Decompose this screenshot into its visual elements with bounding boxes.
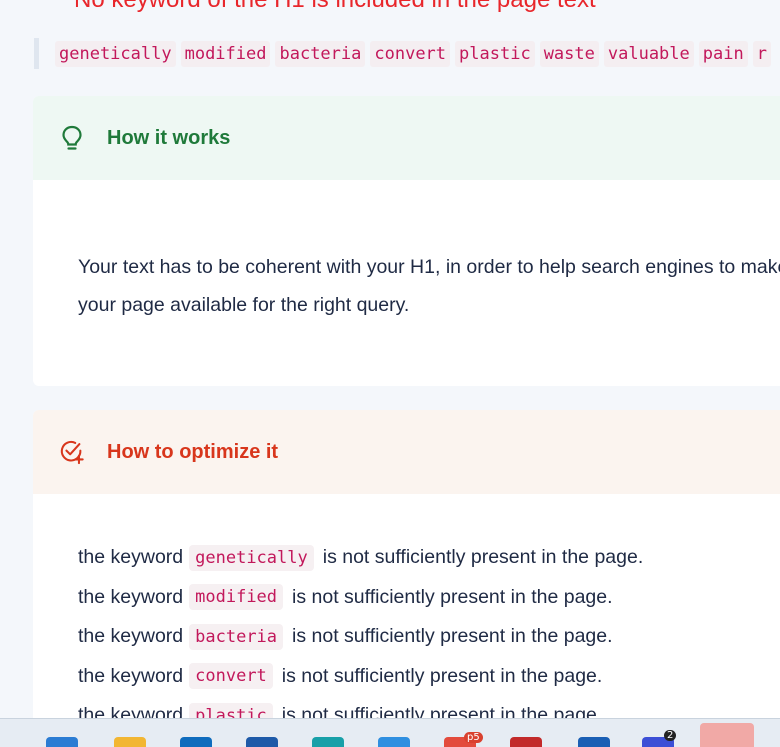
optimize-list: the keyword genetically is not sufficien… — [33, 494, 780, 718]
keyword-chip: genetically — [55, 40, 176, 67]
keyword-chip: convert — [370, 40, 451, 67]
vscode-icon[interactable] — [378, 737, 410, 747]
keyword-code: convert — [189, 663, 273, 690]
file-explorer-icon[interactable] — [114, 737, 146, 747]
list-item: the keyword bacteria is not sufficiently… — [78, 617, 780, 657]
keyword-chip: plastic — [455, 40, 535, 67]
notification-badge: p5 — [464, 732, 483, 743]
taskbar: p5 2 — [0, 718, 780, 747]
settings-gear-icon[interactable] — [510, 737, 542, 747]
line-suffix: is not sufficiently present in the page. — [281, 704, 603, 718]
list-item: the keyword genetically is not sufficien… — [78, 538, 780, 578]
keyword-code: genetically — [189, 544, 314, 571]
keyword-chip: r — [752, 40, 771, 67]
how-it-works-title: How it works — [107, 126, 231, 149]
keyword-code: plastic — [189, 702, 273, 718]
edge-icon[interactable] — [312, 737, 344, 747]
list-item: the keyword plastic is not sufficiently … — [78, 696, 780, 718]
notification-badge: 2 — [664, 730, 677, 741]
how-to-optimize-header: How to optimize it — [33, 410, 780, 494]
how-it-works-text: Your text has to be coherent with your H… — [78, 256, 780, 316]
keyword-chip: bacteria — [275, 40, 366, 67]
store-icon[interactable] — [180, 737, 212, 747]
keyword-chip: modified — [180, 40, 271, 67]
list-item: the keyword modified is not sufficiently… — [78, 578, 780, 618]
line-suffix: is not sufficiently present in the page. — [281, 664, 603, 687]
page-content: No keyword of the H1 is included in the … — [0, 0, 780, 718]
keyword-chip: pain — [698, 40, 748, 67]
line-suffix: is not sufficiently present in the page. — [292, 625, 613, 648]
line-prefix: the keyword — [78, 585, 184, 608]
copilot-icon[interactable] — [46, 737, 78, 747]
h1-error-heading: No keyword of the H1 is included in the … — [74, 0, 596, 14]
keyword-chip: valuable — [603, 40, 694, 67]
keyword-code: modified — [189, 584, 284, 611]
list-item: the keyword convert is not sufficiently … — [78, 657, 780, 697]
keyword-chip: waste — [539, 40, 599, 67]
h1-keywords-strip: genetically modified bacteria convert pl… — [34, 38, 780, 69]
line-suffix: is not sufficiently present in the page. — [322, 546, 644, 569]
how-it-works-header: How it works — [33, 96, 780, 180]
mail-icon[interactable] — [246, 737, 278, 747]
check-plus-icon — [59, 439, 85, 465]
lightbulb-icon — [59, 125, 85, 151]
how-it-works-card: How it works Your text has to be coheren… — [33, 96, 780, 386]
line-prefix: the keyword — [78, 546, 184, 569]
how-to-optimize-card: How to optimize it the keyword genetical… — [33, 410, 780, 718]
keyword-code: bacteria — [189, 623, 284, 650]
line-prefix: the keyword — [78, 625, 184, 648]
active-app-icon[interactable] — [700, 723, 754, 747]
line-prefix: the keyword — [78, 704, 184, 718]
app-icon[interactable] — [578, 737, 610, 747]
line-suffix: is not sufficiently present in the page. — [292, 585, 613, 608]
line-prefix: the keyword — [78, 664, 184, 687]
how-to-optimize-title: How to optimize it — [107, 440, 279, 463]
